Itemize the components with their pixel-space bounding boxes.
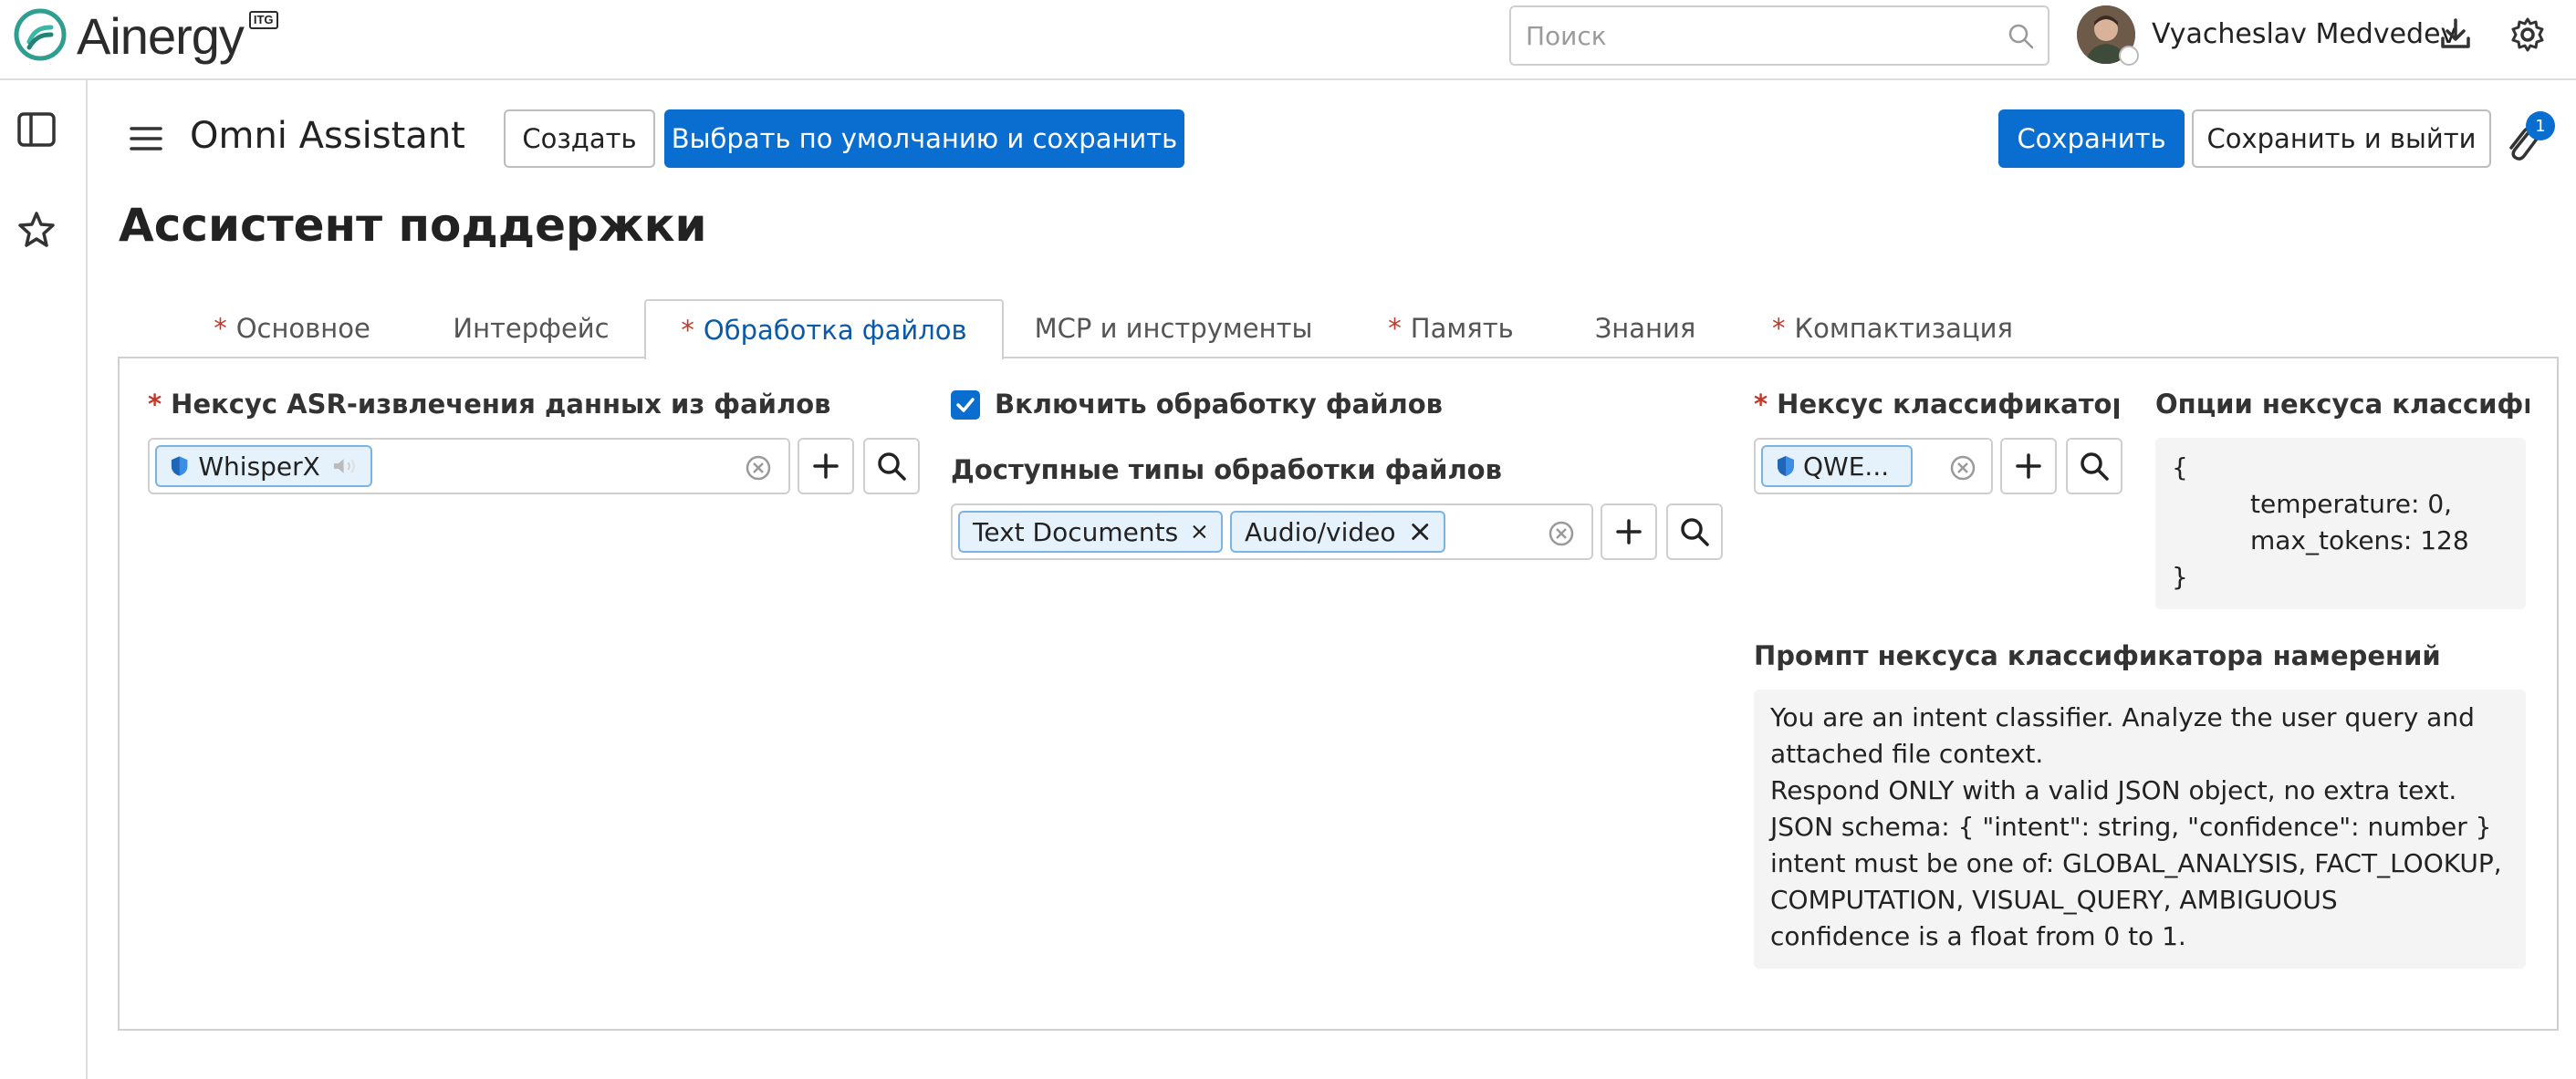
file-types-select[interactable]: Text Documents Audio/video xyxy=(951,503,1593,560)
file-type-tag: Text Documents xyxy=(958,511,1223,553)
shield-icon xyxy=(1778,456,1794,476)
enable-processing-label[interactable]: Включить обработку файлов xyxy=(995,389,1443,420)
save-button[interactable]: Сохранить xyxy=(1998,109,2185,168)
classifier-tag-label: QWE... xyxy=(1803,451,1890,482)
brand-logo-icon xyxy=(14,8,67,61)
asr-selected-tag: WhisperX xyxy=(155,445,372,487)
search-input[interactable] xyxy=(1511,7,2048,64)
prompt-line: COMPUTATION, VISUAL_QUERY, AMBIGUOUS xyxy=(1770,885,2338,915)
shield-icon xyxy=(171,456,188,476)
brand-name: Ainergy xyxy=(77,7,245,65)
classifier-select[interactable]: QWE... xyxy=(1754,438,1993,494)
asr-label-text: Нексус ASR-извлечения данных из файлов xyxy=(171,389,831,420)
required-marker: * xyxy=(681,315,694,346)
tab-label: Обработка файлов xyxy=(703,315,967,346)
menu-icon[interactable] xyxy=(130,125,162,152)
tab-file-processing[interactable]: * Обработка файлов xyxy=(644,299,1004,359)
code-line: temperature: 0, xyxy=(2250,489,2453,519)
page-title: Ассистент поддержки xyxy=(119,199,707,252)
create-button[interactable]: Создать xyxy=(504,109,655,168)
required-marker: * xyxy=(1388,313,1402,344)
classifier-label-text: Нексус классификатора ... xyxy=(1777,389,2119,420)
prompt-line: You are an intent classifier. Analyze th… xyxy=(1770,702,2475,732)
prompt-label: Промпт нексуса классификатора намерений xyxy=(1754,640,2441,671)
file-type-tag: Audio/video xyxy=(1230,511,1445,553)
brand-logo[interactable]: Ainergy ITG xyxy=(13,7,278,66)
classifier-selected-tag: QWE... xyxy=(1761,445,1913,487)
status-indicator-icon xyxy=(2119,46,2139,66)
prompt-line: JSON schema: { "intent": string, "confid… xyxy=(1770,812,2492,842)
plus-icon xyxy=(2016,453,2041,479)
required-marker: * xyxy=(148,389,162,420)
plus-icon xyxy=(813,453,839,479)
tab-memory[interactable]: * Память xyxy=(1378,299,1524,358)
search-icon xyxy=(878,452,906,481)
clear-icon[interactable] xyxy=(745,454,772,482)
search-icon[interactable] xyxy=(2008,23,2035,50)
prompt-line: intent must be one of: GLOBAL_ANALYSIS, … xyxy=(1770,848,2502,878)
brand-badge: ITG xyxy=(248,11,278,29)
required-marker: * xyxy=(1772,313,1786,344)
prompt-line: Respond ONLY with a valid JSON object, n… xyxy=(1770,775,2457,805)
tab-label: Компактизация xyxy=(1794,313,2013,344)
clear-icon[interactable] xyxy=(1949,454,1976,482)
file-type-tag-label: Text Documents xyxy=(973,516,1179,547)
search-icon xyxy=(1681,518,1709,546)
required-marker: * xyxy=(1754,389,1768,420)
tab-label: Знания xyxy=(1594,313,1696,344)
panel-toggle-icon[interactable] xyxy=(16,111,57,148)
left-rail xyxy=(0,80,88,1079)
classifier-options-label: Опции нексуса классифик... xyxy=(2155,389,2529,420)
download-icon[interactable] xyxy=(2438,16,2473,51)
code-line: { xyxy=(2172,452,2188,482)
asr-label: * Нексус ASR-извлечения данных из файлов xyxy=(148,389,831,420)
asr-search-button[interactable] xyxy=(863,438,920,494)
file-type-tag-label: Audio/video xyxy=(1245,516,1396,547)
plus-icon xyxy=(1616,519,1642,545)
tab-knowledge[interactable]: Знания xyxy=(1586,299,1705,358)
top-bar: Ainergy ITG Vyacheslav Medvedev xyxy=(0,0,2576,80)
prompt-textarea[interactable]: You are an intent classifier. Analyze th… xyxy=(1754,690,2526,969)
audio-icon xyxy=(333,459,355,473)
remove-tag-icon[interactable] xyxy=(1409,520,1432,544)
asr-select[interactable]: WhisperX xyxy=(148,438,790,494)
file-types-label: Доступные типы обработки файлов xyxy=(951,454,1502,485)
file-types-search-button[interactable] xyxy=(1666,503,1723,560)
check-icon xyxy=(956,398,975,412)
tab-label: Интерфейс xyxy=(453,313,610,344)
enable-processing-checkbox[interactable] xyxy=(951,390,980,420)
clear-icon[interactable] xyxy=(1548,520,1575,547)
save-exit-button[interactable]: Сохранить и выйти xyxy=(2192,109,2491,168)
classifier-add-button[interactable] xyxy=(2000,438,2057,494)
code-line: } xyxy=(2172,562,2188,592)
tab-interface[interactable]: Интерфейс xyxy=(445,299,617,358)
app-title: Omni Assistant xyxy=(190,115,465,157)
classifier-options-editor[interactable]: { temperature: 0, max_tokens: 128 } xyxy=(2155,438,2526,609)
asr-tag-label: WhisperX xyxy=(198,451,320,482)
search-box xyxy=(1509,5,2049,66)
classifier-label: * Нексус классификатора ... xyxy=(1754,389,2119,420)
tab-label: Основное xyxy=(235,313,370,344)
code-line: max_tokens: 128 xyxy=(2250,525,2469,555)
tab-main[interactable]: * Основное xyxy=(210,299,374,358)
user-name[interactable]: Vyacheslav Medvedev xyxy=(2152,18,2456,50)
classifier-search-button[interactable] xyxy=(2066,438,2122,494)
attachments-count-badge: 1 xyxy=(2526,111,2555,140)
tab-mcp-tools[interactable]: MCP и инструменты xyxy=(1034,299,1313,358)
search-icon xyxy=(2081,452,2109,481)
file-types-add-button[interactable] xyxy=(1601,503,1657,560)
default-save-button[interactable]: Выбрать по умолчанию и сохранить xyxy=(664,109,1184,168)
prompt-line: confidence is a float from 0 to 1. xyxy=(1770,921,2186,951)
tab-label: Память xyxy=(1410,313,1514,344)
required-marker: * xyxy=(214,313,227,344)
remove-tag-icon[interactable] xyxy=(1191,520,1208,544)
tab-label: MCP и инструменты xyxy=(1034,313,1313,344)
tab-compaction[interactable]: * Компактизация xyxy=(1772,299,2013,358)
gear-icon[interactable] xyxy=(2509,16,2546,53)
prompt-line: attached file context. xyxy=(1770,739,2044,769)
star-icon[interactable] xyxy=(16,210,57,250)
asr-add-button[interactable] xyxy=(798,438,854,494)
